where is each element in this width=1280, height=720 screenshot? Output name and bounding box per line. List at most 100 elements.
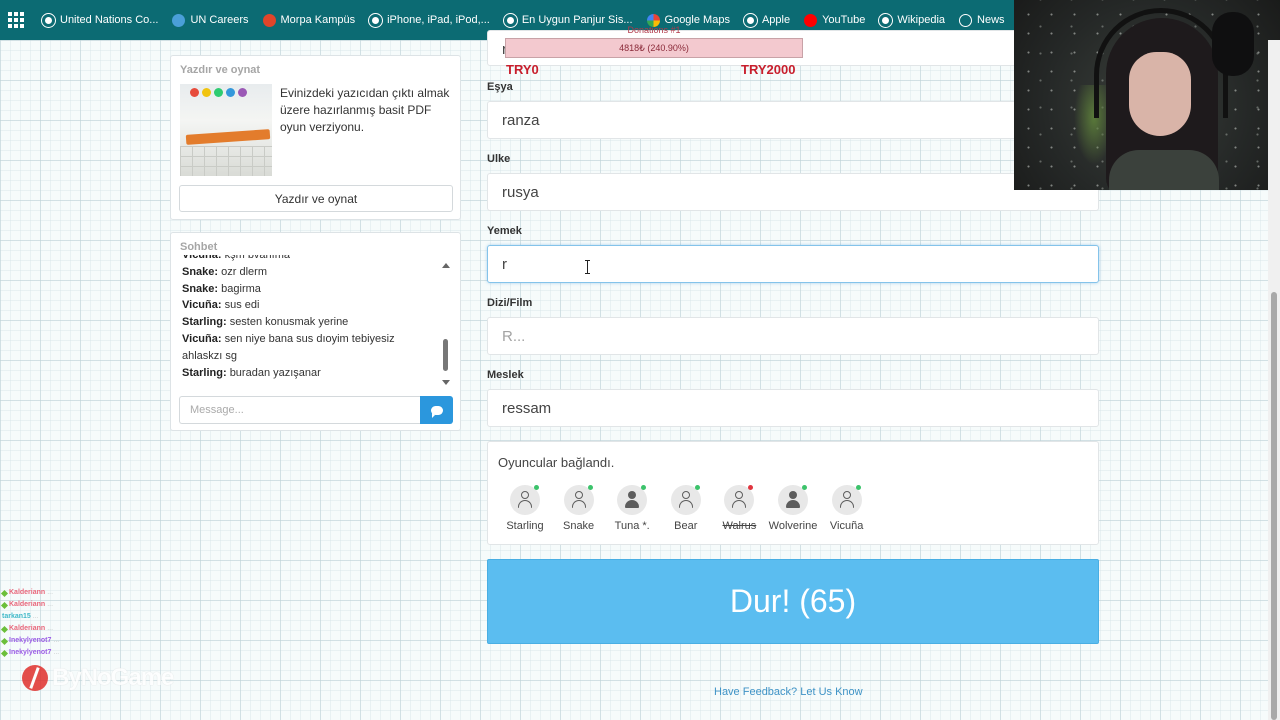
player-name: Snake	[562, 520, 595, 532]
bookmark-item[interactable]: YouTube	[804, 13, 866, 27]
overlay-chat-text: ...	[53, 649, 60, 656]
chat-message-text: kşm bvanıma	[224, 255, 291, 261]
page-scrollbar[interactable]	[1268, 40, 1280, 720]
chat-send-button[interactable]	[420, 396, 453, 424]
status-dot-icon	[802, 485, 807, 490]
player-name: Tuna *.	[614, 520, 650, 532]
overlay-chat-text: ...	[47, 625, 54, 632]
bookmark-label: News	[977, 14, 1005, 26]
text-cursor-icon	[585, 260, 592, 274]
page-scroll-thumb[interactable]	[1271, 292, 1277, 720]
chat-message: Snake: ozr dlerm	[182, 264, 432, 281]
chat-panel-title: Sohbet	[180, 241, 218, 253]
chat-message-text: sesten konusmak yerine	[229, 316, 349, 329]
chat-message: Vicuña: sen niye bana sus dıoyim tebiyes…	[182, 331, 432, 365]
overlay-chat-text: ...	[32, 613, 39, 620]
players-status: Oyuncular bağlandı.	[498, 455, 615, 470]
chat-scrollbar[interactable]	[441, 263, 451, 385]
apps-grid-icon[interactable]	[8, 12, 24, 28]
overlay-chat-name: Kalderiann	[9, 625, 46, 632]
diamond-badge-icon	[0, 589, 9, 597]
status-dot-icon	[641, 485, 647, 490]
scroll-down-arrow-icon[interactable]	[442, 380, 450, 385]
bynogame-brand: ByNoGame	[22, 664, 174, 692]
print-panel-title: Yazdır ve oynat	[180, 64, 261, 76]
donation-label: Donations #1	[627, 25, 681, 35]
field-input-yemek[interactable]	[487, 245, 1099, 283]
webcam-overlay	[1014, 0, 1280, 190]
field-input-meslek[interactable]	[487, 389, 1099, 427]
overlay-chat-name: Inekylyenot7	[9, 649, 52, 656]
donation-progress-bar: Donations #1 4818₺ (240.90%)	[505, 25, 803, 58]
print-play-button[interactable]: Yazdır ve oynat	[179, 185, 453, 212]
chat-message: Vicuña: sus edi	[182, 297, 432, 314]
bookmark-label: Morpa Kampüs	[280, 14, 356, 26]
user-avatar-icon	[510, 485, 540, 515]
player-item: Walrus	[709, 485, 769, 532]
chat-message-user: Vicuña:	[182, 255, 222, 261]
youtube-icon	[804, 13, 818, 27]
player-item: Bear	[656, 485, 716, 532]
overlay-chat-name: Inekylyenot7	[9, 637, 52, 644]
user-avatar-icon	[670, 485, 701, 515]
bookmark-item[interactable]: News	[959, 13, 1005, 27]
bookmark-item[interactable]: United Nations Co...	[41, 12, 159, 28]
bookmark-label: YouTube	[822, 14, 866, 26]
status-dot-icon	[694, 485, 700, 490]
overlay-chat-name: Kalderiann	[9, 601, 46, 608]
chat-message-user: Snake:	[182, 282, 219, 295]
overlay-chat-row: Inekylyenot7...	[0, 635, 59, 647]
donation-amount: 4818₺ (240.90%)	[619, 43, 689, 53]
stop-button[interactable]: Dur! (65)	[487, 559, 1099, 644]
print-thumbnail-image	[180, 84, 272, 176]
bookmark-item[interactable]: UN Careers	[172, 13, 249, 27]
microphone-icon	[1212, 12, 1254, 76]
globe-icon	[41, 12, 56, 28]
chat-message: Vicuña: kşm bvanıma	[182, 255, 432, 264]
chat-message-text: bagirma	[221, 282, 261, 295]
print-play-panel: Yazdır ve oynat Evinizdeki yazıcıdan çık…	[170, 55, 461, 220]
feedback-link[interactable]: Have Feedback? Let Us Know	[714, 686, 863, 698]
chat-message-text: buradan yazışanar	[229, 366, 321, 379]
overlay-chat-row: tarkan15...	[2, 611, 59, 623]
user-avatar-icon	[778, 485, 808, 515]
chat-message-user: Vicuña:	[182, 332, 222, 345]
player-name: Walrus	[722, 520, 757, 532]
field-input-ulke[interactable]	[487, 173, 1099, 211]
field-label-meslek: Meslek	[487, 369, 524, 381]
user-avatar-icon	[617, 485, 648, 515]
stream-overlay-chat: Kalderiann... Kalderiann... tarkan15... Kal…	[0, 587, 60, 659]
field-label-ulke: Ulke	[487, 153, 511, 165]
overlay-chat-text: ...	[47, 589, 54, 596]
chat-message-text: ozr dlerm	[221, 265, 267, 278]
donation-min: TRY0	[506, 62, 539, 77]
chat-scroll-thumb[interactable]	[443, 339, 448, 371]
player-name: Bear	[674, 520, 698, 532]
diamond-badge-icon	[0, 625, 9, 633]
chat-bubble-icon	[430, 405, 443, 418]
status-dot-icon	[587, 485, 593, 490]
field-label-esya: Eşya	[487, 81, 513, 93]
overlay-chat-row: Kalderiann...	[0, 587, 59, 599]
overlay-chat-name: Kalderiann	[9, 589, 46, 596]
player-item: Wolverine	[763, 485, 823, 532]
field-input-esya[interactable]	[487, 101, 1099, 139]
field-input-dizi-film[interactable]	[487, 317, 1099, 355]
chat-message: Starling: buradan yazışanar	[182, 365, 432, 382]
bookmark-item[interactable]: Morpa Kampüs	[262, 13, 356, 27]
bookmark-item[interactable]: Wikipedia	[878, 12, 945, 28]
bynogame-logo-icon	[22, 665, 48, 691]
chat-message-user: Vicuña:	[182, 299, 222, 312]
player-name: Starling	[506, 520, 544, 532]
status-dot-icon	[855, 485, 861, 490]
overlay-chat-row: Kalderiann...	[0, 599, 59, 611]
scroll-up-arrow-icon[interactable]	[442, 263, 450, 268]
players-panel: Oyuncular bağlandı. Starling Snake Tuna *.…	[487, 441, 1099, 545]
chat-log[interactable]: Vicuña: kşm bvanıma Snake: ozr dlerm Snake…	[182, 255, 432, 387]
bookmark-label: United Nations Co...	[60, 14, 159, 26]
bookmark-item[interactable]: iPhone, iPad, iPod,...	[368, 12, 490, 28]
chat-message-input[interactable]	[179, 396, 420, 424]
chat-message-user: Snake:	[182, 265, 219, 278]
diamond-badge-icon	[0, 601, 9, 609]
globe-icon	[878, 12, 894, 28]
